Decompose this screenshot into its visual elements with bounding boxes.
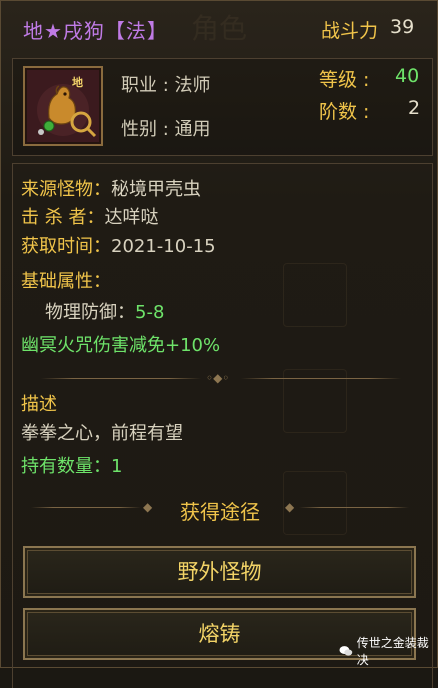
class-requirement: 职业 : 法师 — [121, 75, 211, 96]
physical-defense-value: 5-8 — [135, 302, 165, 323]
route-divider-right — [299, 507, 409, 508]
zodiac-dog-amulet-icon — [27, 70, 99, 142]
description-text: 拳拳之心，前程有望 — [21, 423, 183, 444]
divider-left — [41, 378, 201, 379]
source-watermark: 传世之金装裁决 — [339, 636, 438, 667]
watermark-text: 传世之金装裁决 — [356, 636, 429, 667]
source-monster-row: 来源怪物：秘境甲壳虫 — [21, 175, 201, 201]
special-attribute: 幽冥火咒伤害减免+10% — [21, 335, 221, 356]
obtain-time-value: 2021-10-15 — [111, 236, 216, 257]
divider-right — [241, 378, 401, 379]
level-value: 40 — [395, 65, 420, 87]
description-title: 描述 — [21, 394, 57, 415]
source-monster-label: 来源怪物： — [21, 179, 111, 200]
obtain-time-row: 获取时间：2021-10-15 — [21, 232, 216, 258]
rank-badge-label: 地 — [72, 76, 83, 89]
gender-requirement: 性别 : 通用 — [121, 119, 211, 140]
wild-monster-route-button[interactable]: 野外怪物 — [23, 546, 416, 598]
route-ornament-right: ◆ — [285, 500, 295, 514]
tooltip-header: 地★戌狗【法】 战斗力 39 — [1, 1, 437, 57]
acquire-route-title: 获得途径 — [180, 500, 260, 524]
hold-quantity: 持有数量：1 — [21, 456, 123, 477]
tier-value: 2 — [408, 97, 421, 119]
combat-power-value: 39 — [390, 16, 415, 38]
level-label: 等级 : — [319, 69, 370, 91]
physical-defense-label: 物理防御： — [45, 302, 135, 323]
wechat-icon — [339, 646, 353, 656]
physical-defense-row: 物理防御：5-8 — [45, 298, 164, 324]
item-icon-frame: 地 — [23, 66, 103, 146]
killer-row: 击 杀 者：达咩哒 — [21, 203, 158, 229]
obtain-time-label: 获取时间： — [21, 236, 111, 257]
killer-label: 击 杀 者： — [21, 207, 105, 228]
item-tooltip: 角色 地★戌狗【法】 战斗力 39 地 职业 : 法师 性别 : 通用 等级 :… — [0, 0, 438, 688]
divider-ornament: ◦◆◦ — [206, 371, 230, 385]
base-attributes-title: 基础属性： — [21, 271, 111, 292]
combat-power-label: 战斗力 — [321, 20, 379, 42]
tier-label: 阶数 : — [319, 101, 370, 123]
source-monster-value: 秘境甲壳虫 — [111, 179, 201, 200]
item-name: 地★戌狗【法】 — [23, 19, 168, 43]
killer-value: 达咩哒 — [104, 207, 159, 228]
